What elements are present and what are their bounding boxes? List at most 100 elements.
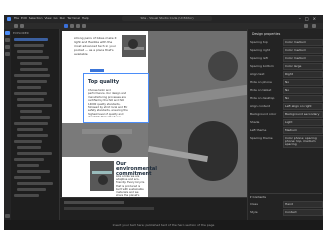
prop-value[interactable]: Contact <box>283 209 323 216</box>
tree-item[interactable] <box>14 44 44 47</box>
menu-terminal[interactable]: Terminal <box>67 16 80 20</box>
tree-item[interactable] <box>20 110 42 113</box>
intro-block[interactable]: strong pairs of bikes make it light and … <box>62 31 148 72</box>
window-controls[interactable]: –□× <box>299 16 320 21</box>
prop-row[interactable]: Hide on desktop No <box>250 95 323 102</box>
tree-item[interactable] <box>14 176 41 179</box>
tree-item[interactable] <box>17 86 41 89</box>
undo-icon[interactable] <box>14 24 18 28</box>
menu-help[interactable]: Help <box>82 16 89 20</box>
prop-row[interactable]: Style Contact <box>250 209 323 216</box>
prop-value[interactable]: No <box>283 79 323 86</box>
app-icon <box>7 17 11 21</box>
prop-value[interactable]: No <box>283 95 323 102</box>
prop-row[interactable]: Spacing bottom Color large <box>250 63 323 70</box>
prop-value[interactable]: Color phone; spacing phone: top, medium … <box>283 135 323 148</box>
tree-item[interactable] <box>17 170 50 173</box>
menu-go[interactable]: Go <box>53 16 57 20</box>
explorer-icon[interactable] <box>5 31 10 35</box>
tree-item[interactable] <box>17 146 41 149</box>
menu-edit[interactable]: Edit <box>21 16 27 20</box>
tree-item[interactable] <box>20 62 42 65</box>
tree-item[interactable] <box>14 194 39 197</box>
tree-item[interactable] <box>17 188 46 191</box>
prop-row[interactable]: Hide on tablet No <box>250 87 323 94</box>
tree-item[interactable] <box>17 128 43 131</box>
tree-item[interactable] <box>17 104 52 107</box>
prop-label: Left theme <box>250 128 267 132</box>
section-tag[interactable] <box>90 69 104 72</box>
prop-row[interactable]: Left theme Medium <box>250 127 323 134</box>
tree-item[interactable] <box>17 50 43 53</box>
tree-item[interactable] <box>17 182 53 185</box>
redo-icon[interactable] <box>20 24 24 28</box>
prop-row[interactable]: Align content Left align on right <box>250 103 323 110</box>
section-top-quality[interactable]: Top quality Choose tailor and performanc… <box>83 73 149 123</box>
section-contents[interactable]: ▾ Contents <box>250 193 322 200</box>
prop-value[interactable]: Color medium <box>283 47 323 54</box>
tree-item[interactable] <box>17 152 52 155</box>
tab-icon[interactable] <box>82 24 86 28</box>
prop-row-spacing[interactable]: Spacing theme Color phone; spacing phone:… <box>250 135 323 148</box>
menu-view[interactable]: View <box>44 16 51 20</box>
prop-value[interactable]: Left align on right <box>283 103 323 110</box>
activity-bar <box>4 29 11 230</box>
tree-item[interactable] <box>17 164 39 167</box>
maximize-icon[interactable]: □ <box>305 16 313 21</box>
tree-item[interactable] <box>14 140 42 143</box>
account-icon[interactable] <box>5 214 10 218</box>
prop-label: Hide on phone <box>250 80 272 84</box>
tree-item[interactable] <box>14 122 48 125</box>
tab-active-icon[interactable] <box>64 24 68 28</box>
tab-icon[interactable] <box>70 24 74 28</box>
prop-value[interactable]: Color large <box>283 63 323 70</box>
title-bar: File Edit Selection View Go Run Terminal… <box>4 15 323 23</box>
close-icon[interactable]: × <box>313 16 320 21</box>
tree-item[interactable] <box>17 80 47 83</box>
prop-row[interactable]: Spacing left Color medium <box>250 55 323 62</box>
prop-label: Spacing right <box>250 48 270 52</box>
settings-icon[interactable] <box>304 24 308 28</box>
tree-item[interactable] <box>17 98 44 101</box>
env-image[interactable] <box>90 161 114 191</box>
prop-row[interactable]: Align text Right <box>250 71 323 78</box>
prop-label: Spacing left <box>250 56 268 60</box>
prop-value[interactable]: No <box>283 87 323 94</box>
menu-bar[interactable]: File Edit Selection View Go Run Terminal… <box>14 16 89 20</box>
tab-icon[interactable] <box>76 24 80 28</box>
tree-item[interactable] <box>20 68 48 71</box>
prop-value[interactable]: Light <box>283 119 323 126</box>
menu-selection[interactable]: Selection <box>29 16 43 20</box>
prop-value[interactable]: Right <box>283 71 323 78</box>
prop-row[interactable]: Spacing right Color medium <box>250 47 323 54</box>
prop-row[interactable]: Hide on phone No <box>250 79 323 86</box>
tree-item[interactable] <box>14 158 44 161</box>
prop-row[interactable]: Spacing top Color medium <box>250 39 323 46</box>
prop-value[interactable]: Color medium <box>283 55 323 62</box>
prop-label: Align text <box>250 72 265 76</box>
hero-image[interactable] <box>148 31 247 207</box>
extensions-icon[interactable] <box>5 52 10 56</box>
prop-row[interactable]: Class Hand <box>250 201 323 208</box>
prop-value[interactable]: Color medium <box>283 39 323 46</box>
more-icon[interactable] <box>312 24 316 28</box>
app-window: File Edit Selection View Go Run Terminal… <box>4 15 323 230</box>
tree-item-selected[interactable] <box>14 38 48 41</box>
source-control-icon[interactable] <box>5 45 10 49</box>
tree-item[interactable] <box>17 134 48 137</box>
prop-label: Spacing bottom <box>250 64 274 68</box>
prop-row[interactable]: Shade Light <box>250 119 323 126</box>
section-image[interactable] <box>62 123 148 157</box>
prop-value[interactable]: Medium <box>283 127 323 134</box>
tree-item[interactable] <box>14 92 47 95</box>
intro-image[interactable] <box>122 35 146 57</box>
tree-item[interactable] <box>20 116 50 119</box>
menu-file[interactable]: File <box>14 16 19 20</box>
menu-run[interactable]: Run <box>60 16 66 20</box>
tree-item[interactable] <box>14 74 50 77</box>
prop-row[interactable]: Background color Background secondary <box>250 111 323 118</box>
prop-value[interactable]: Hand <box>283 201 323 208</box>
prop-value[interactable]: Background secondary <box>283 111 323 118</box>
tree-item[interactable] <box>17 56 49 59</box>
search-icon[interactable] <box>5 38 10 42</box>
